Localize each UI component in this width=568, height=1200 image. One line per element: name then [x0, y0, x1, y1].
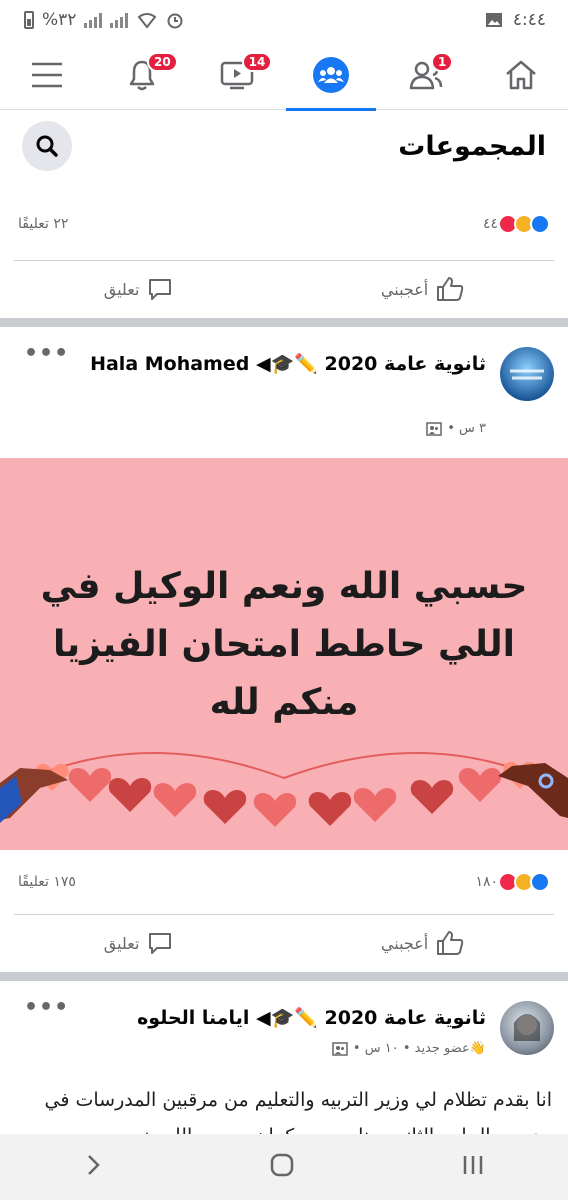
previous-post-actions: تعليق أعجبني	[0, 264, 568, 314]
home-circle-icon	[270, 1153, 294, 1177]
like-label: أعجبني	[380, 933, 429, 953]
reaction-count: ٤٤	[482, 216, 498, 232]
post-title[interactable]: ثانوية عامة 2020 ✏️🎓◀ ايامنا الحلوه	[86, 1003, 486, 1033]
search-icon	[36, 135, 58, 157]
system-navigation-bar	[0, 1134, 568, 1200]
back-button[interactable]	[83, 1153, 103, 1181]
feed-separator	[0, 972, 568, 981]
notifications-badge: 20	[146, 51, 178, 72]
post-image[interactable]: حسبي الله ونعم الوكيل في اللي حاطط امتحا…	[0, 458, 568, 850]
friends-tab[interactable]: 1	[381, 40, 471, 110]
comment-button[interactable]: تعليق	[104, 931, 174, 955]
home-icon	[505, 60, 536, 89]
like-reaction-icon	[530, 214, 550, 234]
status-bar: %٣٢ ٤:٤٤	[0, 0, 568, 40]
user-avatar[interactable]	[500, 1001, 554, 1055]
hamburger-icon	[32, 62, 63, 87]
notifications-tab[interactable]: 20	[97, 40, 187, 110]
more-options-button[interactable]: •••	[24, 995, 69, 1020]
page-title: المجموعات	[398, 130, 546, 162]
search-button[interactable]	[22, 121, 72, 171]
like-label: أعجبني	[380, 279, 429, 299]
post-header: ثانوية عامة 2020 ✏️🎓◀ Hala Mohamed ٣ س •…	[0, 327, 568, 457]
comment-label: تعليق	[103, 279, 140, 299]
status-left: %٣٢	[24, 10, 184, 30]
alarm-icon	[167, 13, 183, 29]
feed-separator	[0, 318, 568, 327]
previous-post-reactions: ٢٢ تعليقًا ٤٤	[0, 204, 568, 244]
signal-icon	[84, 12, 103, 28]
like-button[interactable]: أعجبني	[381, 276, 464, 302]
reaction-summary[interactable]: ٤٤	[483, 214, 550, 234]
home-tab[interactable]	[476, 40, 566, 110]
comment-button[interactable]: تعليق	[104, 277, 174, 301]
friends-badge: 1	[430, 51, 454, 72]
image-notification-icon	[485, 13, 502, 27]
comment-icon	[149, 933, 172, 954]
recent-apps-button[interactable]	[461, 1153, 485, 1181]
like-button[interactable]: أعجبني	[381, 930, 464, 956]
post-time[interactable]: ٣ س •	[447, 421, 486, 436]
reaction-summary[interactable]: ١٨٠	[475, 872, 550, 892]
chevron-left-icon	[88, 1155, 100, 1175]
status-time: ٤:٤٤	[512, 10, 546, 30]
post-title[interactable]: ثانوية عامة 2020 ✏️🎓◀ Hala Mohamed	[86, 349, 486, 379]
like-reaction-icon	[530, 872, 550, 892]
comment-label: تعليق	[103, 933, 140, 953]
recent-apps-icon	[463, 1156, 483, 1174]
reaction-count: ١٨٠	[475, 874, 498, 890]
group-audience-icon	[332, 1041, 348, 1056]
signal-icon-2	[110, 12, 129, 28]
post-actions: تعليق أعجبني	[0, 918, 568, 968]
more-options-button[interactable]: •••	[24, 341, 69, 366]
post-meta: 👋عضو جديد • ١٠ س •	[332, 1041, 486, 1056]
menu-tab[interactable]	[2, 40, 92, 110]
top-navigation: 20 14 1	[0, 40, 568, 111]
battery-icon	[24, 11, 34, 29]
post-reactions: ١٧٥ تعليقًا ١٨٠	[0, 862, 568, 902]
group-avatar[interactable]	[500, 347, 554, 401]
post-header: ثانوية عامة 2020 ✏️🎓◀ ايامنا الحلوه 👋عضو…	[0, 981, 568, 1081]
divider	[14, 260, 554, 261]
battery-percent: %٣٢	[42, 10, 77, 30]
group-audience-icon	[426, 421, 442, 436]
groups-icon	[313, 56, 350, 93]
post-meta: ٣ س •	[426, 421, 486, 436]
groups-tab[interactable]	[286, 40, 377, 111]
divider	[14, 914, 554, 915]
groups-header: المجموعات	[0, 111, 568, 181]
status-right: ٤:٤٤	[485, 10, 546, 30]
post-meta-text[interactable]: 👋عضو جديد • ١٠ س •	[353, 1041, 486, 1056]
wifi-icon	[138, 13, 157, 29]
comment-count[interactable]: ٢٢ تعليقًا	[18, 216, 68, 232]
watch-badge: 14	[241, 51, 273, 72]
comment-count[interactable]: ١٧٥ تعليقًا	[18, 874, 76, 890]
home-button[interactable]	[269, 1152, 295, 1182]
watch-tab[interactable]: 14	[192, 40, 282, 110]
hearts-chain-illustration	[0, 752, 568, 827]
comment-icon	[149, 279, 172, 300]
thumbs-up-icon	[437, 277, 464, 301]
thumbs-up-icon	[437, 931, 464, 955]
